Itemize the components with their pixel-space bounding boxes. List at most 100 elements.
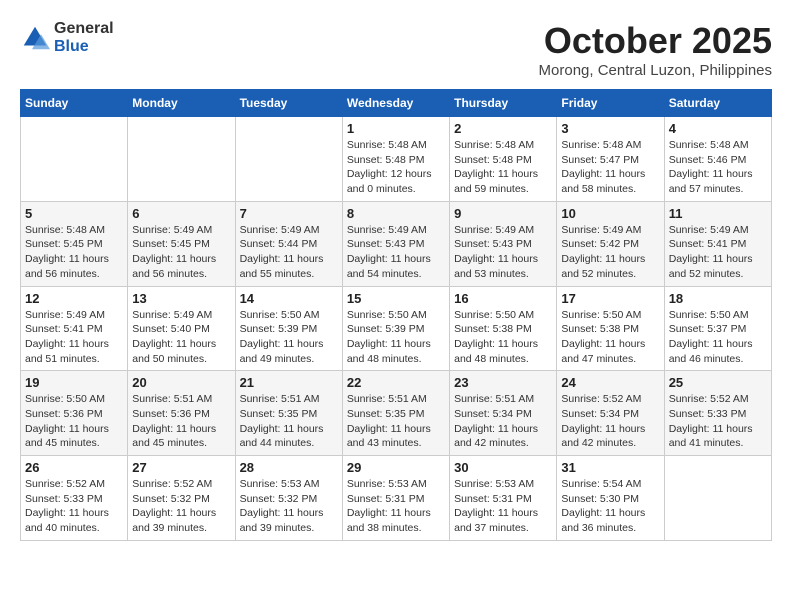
calendar-cell: 23Sunrise: 5:51 AM Sunset: 5:34 PM Dayli… (450, 371, 557, 456)
day-number: 14 (240, 291, 338, 306)
day-info: Sunrise: 5:49 AM Sunset: 5:43 PM Dayligh… (454, 223, 552, 282)
calendar-cell: 4 Sunrise: 5:48 AM Sunset: 5:46 PM Daylig… (664, 117, 771, 202)
calendar-cell: 12 Sunrise: 5:49 AM Sunset: 5:41 PM Dayli… (21, 286, 128, 371)
day-info: Sunrise: 5:51 AM Sunset: 5:35 PM Dayligh… (347, 392, 445, 451)
title-area: October 2025 Morong, Central Luzon, Phil… (539, 20, 772, 79)
day-number: 19 (25, 375, 123, 390)
day-info: Sunrise: 5:48 AM Sunset: 5:48 PM Dayligh… (347, 138, 445, 197)
day-number: 10 (561, 206, 659, 221)
month-title: October 2025 (539, 20, 772, 62)
calendar-cell: 17Sunrise: 5:50 AM Sunset: 5:38 PM Dayli… (557, 286, 664, 371)
day-info: Sunrise: 5:50 AM Sunset: 5:39 PM Dayligh… (347, 308, 445, 367)
day-number: 28 (240, 460, 338, 475)
day-info: Sunrise: 5:53 AM Sunset: 5:31 PM Dayligh… (347, 477, 445, 536)
calendar-header-wednesday: Wednesday (342, 90, 449, 117)
calendar-table: SundayMondayTuesdayWednesdayThursdayFrid… (20, 89, 772, 541)
day-info: Sunrise: 5:51 AM Sunset: 5:36 PM Dayligh… (132, 392, 230, 451)
day-info: Sunrise: 5:50 AM Sunset: 5:37 PM Dayligh… (669, 308, 767, 367)
day-number: 24 (561, 375, 659, 390)
day-info: Sunrise: 5:49 AM Sunset: 5:41 PM Dayligh… (25, 308, 123, 367)
day-info: Sunrise: 5:48 AM Sunset: 5:46 PM Dayligh… (669, 138, 767, 197)
calendar-cell: 11 Sunrise: 5:49 AM Sunset: 5:41 PM Dayli… (664, 201, 771, 286)
day-number: 9 (454, 206, 552, 221)
day-number: 11 (669, 206, 767, 221)
calendar-cell: 30 Sunrise: 5:53 AM Sunset: 5:31 PM Dayli… (450, 456, 557, 541)
calendar-cell: 26 Sunrise: 5:52 AM Sunset: 5:33 PM Dayli… (21, 456, 128, 541)
calendar-header-friday: Friday (557, 90, 664, 117)
day-info: Sunrise: 5:48 AM Sunset: 5:45 PM Dayligh… (25, 223, 123, 282)
day-number: 25 (669, 375, 767, 390)
calendar-cell (21, 117, 128, 202)
calendar-cell: 6Sunrise: 5:49 AM Sunset: 5:45 PM Daylig… (128, 201, 235, 286)
calendar-cell (235, 117, 342, 202)
calendar-cell: 7Sunrise: 5:49 AM Sunset: 5:44 PM Daylig… (235, 201, 342, 286)
day-number: 22 (347, 375, 445, 390)
calendar-week-row: 12 Sunrise: 5:49 AM Sunset: 5:41 PM Dayli… (21, 286, 772, 371)
day-number: 27 (132, 460, 230, 475)
calendar-cell: 31 Sunrise: 5:54 AM Sunset: 5:30 PM Dayli… (557, 456, 664, 541)
calendar-cell (128, 117, 235, 202)
day-info: Sunrise: 5:52 AM Sunset: 5:34 PM Dayligh… (561, 392, 659, 451)
calendar-cell: 15 Sunrise: 5:50 AM Sunset: 5:39 PM Dayli… (342, 286, 449, 371)
day-number: 21 (240, 375, 338, 390)
calendar-cell: 1 Sunrise: 5:48 AM Sunset: 5:48 PM Daylig… (342, 117, 449, 202)
day-number: 17 (561, 291, 659, 306)
day-info: Sunrise: 5:50 AM Sunset: 5:38 PM Dayligh… (454, 308, 552, 367)
calendar-header-thursday: Thursday (450, 90, 557, 117)
calendar-header-monday: Monday (128, 90, 235, 117)
day-number: 1 (347, 121, 445, 136)
calendar-cell: 14 Sunrise: 5:50 AM Sunset: 5:39 PM Dayli… (235, 286, 342, 371)
day-info: Sunrise: 5:49 AM Sunset: 5:41 PM Dayligh… (669, 223, 767, 282)
calendar-cell: 25Sunrise: 5:52 AM Sunset: 5:33 PM Dayli… (664, 371, 771, 456)
day-info: Sunrise: 5:48 AM Sunset: 5:48 PM Dayligh… (454, 138, 552, 197)
calendar-cell: 8 Sunrise: 5:49 AM Sunset: 5:43 PM Daylig… (342, 201, 449, 286)
logo-icon (20, 23, 50, 53)
day-info: Sunrise: 5:50 AM Sunset: 5:39 PM Dayligh… (240, 308, 338, 367)
day-number: 5 (25, 206, 123, 221)
day-number: 26 (25, 460, 123, 475)
calendar-cell: 22 Sunrise: 5:51 AM Sunset: 5:35 PM Dayli… (342, 371, 449, 456)
calendar-header-saturday: Saturday (664, 90, 771, 117)
day-number: 29 (347, 460, 445, 475)
calendar-cell: 3 Sunrise: 5:48 AM Sunset: 5:47 PM Daylig… (557, 117, 664, 202)
day-info: Sunrise: 5:52 AM Sunset: 5:33 PM Dayligh… (25, 477, 123, 536)
location: Morong, Central Luzon, Philippines (539, 62, 772, 79)
calendar-cell: 5 Sunrise: 5:48 AM Sunset: 5:45 PM Daylig… (21, 201, 128, 286)
day-number: 4 (669, 121, 767, 136)
day-number: 31 (561, 460, 659, 475)
day-number: 15 (347, 291, 445, 306)
calendar-week-row: 19Sunrise: 5:50 AM Sunset: 5:36 PM Dayli… (21, 371, 772, 456)
day-info: Sunrise: 5:53 AM Sunset: 5:31 PM Dayligh… (454, 477, 552, 536)
calendar-cell: 27Sunrise: 5:52 AM Sunset: 5:32 PM Dayli… (128, 456, 235, 541)
day-info: Sunrise: 5:48 AM Sunset: 5:47 PM Dayligh… (561, 138, 659, 197)
calendar-header-sunday: Sunday (21, 90, 128, 117)
calendar-cell: 10 Sunrise: 5:49 AM Sunset: 5:42 PM Dayli… (557, 201, 664, 286)
logo: General Blue (20, 20, 114, 55)
calendar-cell: 24 Sunrise: 5:52 AM Sunset: 5:34 PM Dayli… (557, 371, 664, 456)
day-info: Sunrise: 5:49 AM Sunset: 5:44 PM Dayligh… (240, 223, 338, 282)
calendar-cell: 28 Sunrise: 5:53 AM Sunset: 5:32 PM Dayli… (235, 456, 342, 541)
day-number: 20 (132, 375, 230, 390)
day-info: Sunrise: 5:49 AM Sunset: 5:43 PM Dayligh… (347, 223, 445, 282)
day-number: 12 (25, 291, 123, 306)
day-number: 13 (132, 291, 230, 306)
day-info: Sunrise: 5:49 AM Sunset: 5:40 PM Dayligh… (132, 308, 230, 367)
day-info: Sunrise: 5:51 AM Sunset: 5:35 PM Dayligh… (240, 392, 338, 451)
day-number: 3 (561, 121, 659, 136)
page-header: General Blue October 2025 Morong, Centra… (20, 20, 772, 79)
day-info: Sunrise: 5:54 AM Sunset: 5:30 PM Dayligh… (561, 477, 659, 536)
calendar-header-row: SundayMondayTuesdayWednesdayThursdayFrid… (21, 90, 772, 117)
day-number: 23 (454, 375, 552, 390)
logo-text: General Blue (54, 20, 114, 55)
calendar-cell: 9 Sunrise: 5:49 AM Sunset: 5:43 PM Daylig… (450, 201, 557, 286)
day-number: 6 (132, 206, 230, 221)
day-number: 8 (347, 206, 445, 221)
calendar-cell: 16Sunrise: 5:50 AM Sunset: 5:38 PM Dayli… (450, 286, 557, 371)
calendar-cell: 21 Sunrise: 5:51 AM Sunset: 5:35 PM Dayli… (235, 371, 342, 456)
day-info: Sunrise: 5:53 AM Sunset: 5:32 PM Dayligh… (240, 477, 338, 536)
day-number: 30 (454, 460, 552, 475)
day-number: 18 (669, 291, 767, 306)
day-info: Sunrise: 5:49 AM Sunset: 5:42 PM Dayligh… (561, 223, 659, 282)
calendar-cell: 18 Sunrise: 5:50 AM Sunset: 5:37 PM Dayli… (664, 286, 771, 371)
calendar-cell: 29 Sunrise: 5:53 AM Sunset: 5:31 PM Dayli… (342, 456, 449, 541)
